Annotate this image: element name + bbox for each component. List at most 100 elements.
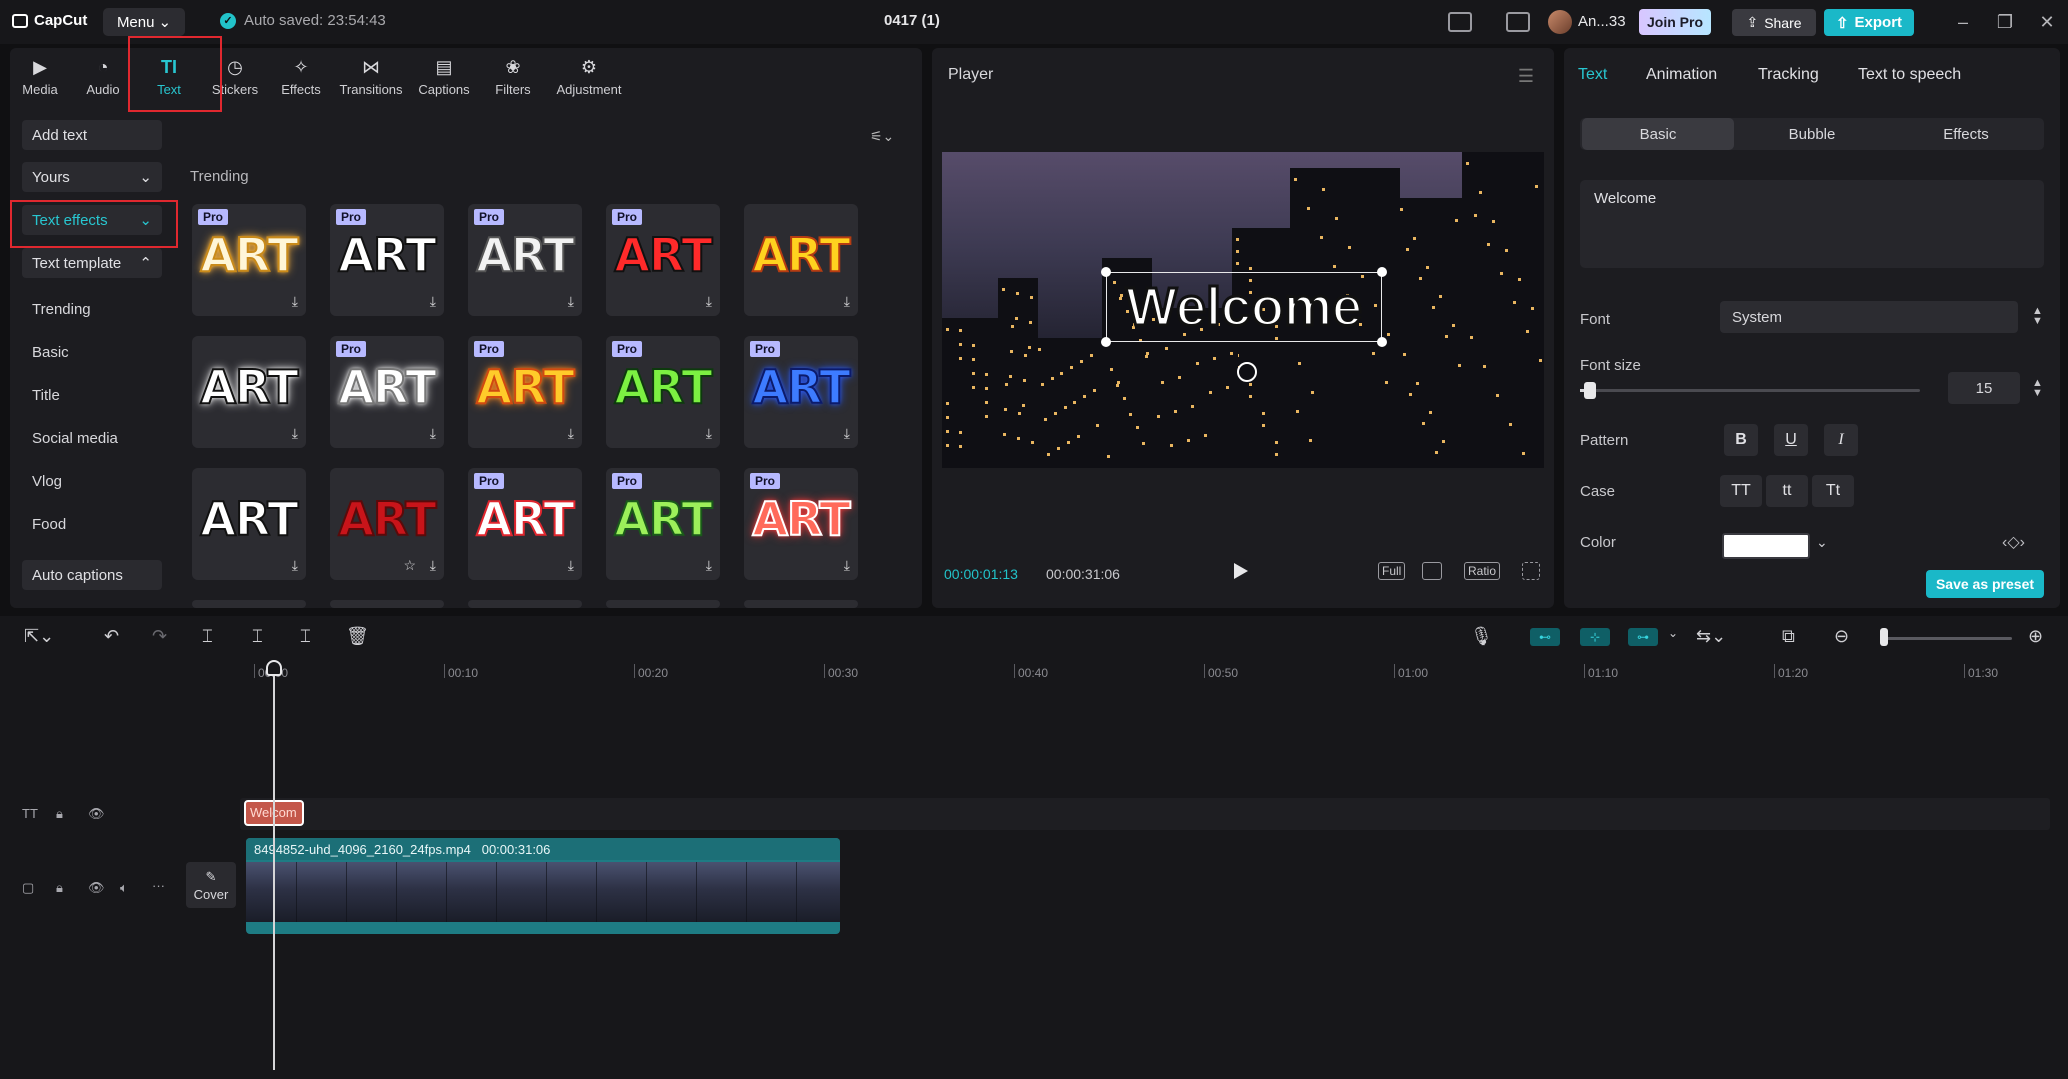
subtab-effects[interactable]: Effects	[1890, 118, 2042, 150]
font-stepper-icon[interactable]: ▲ ▼	[2032, 306, 2043, 327]
tab-captions[interactable]: ▤ Captions	[408, 48, 480, 106]
cover-button[interactable]: ✎ Cover	[186, 862, 236, 908]
play-icon[interactable]	[1234, 563, 1248, 579]
select-tool-icon[interactable]: ⇱⌄	[24, 626, 54, 647]
sidebar-item-social-media[interactable]: Social media	[32, 430, 118, 447]
text-overlay-box[interactable]: Welcome	[1106, 272, 1382, 342]
sidebar-item-vlog[interactable]: Vlog	[32, 473, 62, 490]
tab-effects[interactable]: ✧ Effects	[268, 48, 334, 106]
shortcuts-icon[interactable]	[1506, 12, 1530, 32]
download-icon[interactable]: ⤓	[430, 293, 436, 310]
zoom-in-icon[interactable]: ⊕	[2028, 626, 2043, 647]
video-preview[interactable]: Welcome	[942, 152, 1544, 468]
redo-icon[interactable]: ↷	[152, 626, 167, 647]
eye-icon[interactable]: 👁︎	[88, 880, 105, 896]
underline-button[interactable]: U	[1774, 424, 1808, 456]
filter-icon[interactable]: ⚟⌄	[870, 128, 894, 145]
keyframe-icon[interactable]: ‹◇›	[2002, 532, 2025, 552]
split-right-icon[interactable]: ⌶	[300, 626, 311, 647]
text-effect-card[interactable]: Pro ART ⤓	[744, 336, 858, 448]
undo-icon[interactable]: ↶	[104, 626, 119, 647]
text-effect-card[interactable]	[744, 600, 858, 608]
download-icon[interactable]: ⤓	[292, 425, 298, 442]
rotate-handle-icon[interactable]	[1237, 362, 1257, 382]
text-effect-card[interactable]: Pro ART ⤓	[330, 336, 444, 448]
subtab-basic[interactable]: Basic	[1582, 118, 1734, 150]
text-effect-card[interactable]: Pro ART ⤓	[468, 204, 582, 316]
project-title[interactable]: 0417 (1)	[884, 12, 940, 29]
text-effect-card[interactable]	[468, 600, 582, 608]
text-effect-card[interactable]: ART ⤓	[192, 468, 306, 580]
text-effect-card[interactable]	[606, 600, 720, 608]
tab-animation[interactable]: Animation	[1646, 66, 1717, 84]
resize-handle-tr[interactable]	[1377, 267, 1387, 277]
font-size-slider[interactable]	[1580, 382, 1920, 399]
menu-button[interactable]: Menu ⌄	[103, 8, 185, 36]
download-icon[interactable]: ⤓	[706, 557, 712, 574]
download-icon[interactable]: ⤓	[706, 293, 712, 310]
username[interactable]: An...33	[1578, 13, 1626, 30]
full-button[interactable]: Full	[1378, 562, 1406, 580]
download-icon[interactable]: ⤓	[568, 293, 574, 310]
speaker-icon[interactable]: 🔈︎	[120, 880, 128, 896]
zoom-out-icon[interactable]: ⊖	[1834, 626, 1849, 647]
zoom-fit-icon[interactable]	[1422, 562, 1442, 580]
text-effect-card[interactable]: Pro ART ⤓	[192, 204, 306, 316]
sidebar-item-basic[interactable]: Basic	[32, 344, 69, 361]
download-icon[interactable]: ⤓	[430, 557, 436, 574]
download-icon[interactable]: ⤓	[706, 425, 712, 442]
playhead-handle[interactable]	[266, 660, 282, 676]
font-size-stepper-icon[interactable]: ▲ ▼	[2032, 378, 2043, 399]
fullscreen-icon[interactable]	[1522, 562, 1540, 580]
auto-captions-button[interactable]: Auto captions	[22, 560, 162, 590]
chevron-down-icon[interactable]: ⌄	[1668, 626, 1678, 640]
tab-filters[interactable]: ❀ Filters	[480, 48, 546, 106]
bold-button[interactable]: B	[1724, 424, 1758, 456]
chevron-down-icon[interactable]: ⌄	[1816, 534, 1828, 551]
avatar[interactable]	[1548, 10, 1572, 34]
italic-button[interactable]: I	[1824, 424, 1858, 456]
tab-transitions[interactable]: ⋈ Transitions	[334, 48, 408, 106]
tab-adjustment[interactable]: ⚙ Adjustment	[546, 48, 632, 106]
share-button[interactable]: ⇪ Share	[1732, 9, 1816, 36]
download-icon[interactable]: ⤓	[568, 425, 574, 442]
preview-axis-icon[interactable]: ⊶	[1628, 628, 1658, 646]
fit-timeline-icon[interactable]: ⧉	[1782, 626, 1795, 647]
font-size-input[interactable]: 15	[1948, 372, 2020, 404]
minimize-icon[interactable]: –	[1950, 9, 1976, 35]
split-icon[interactable]: ⌶	[202, 626, 213, 647]
text-effect-card[interactable]: Pro ART ⤓	[468, 336, 582, 448]
sidebar-item-food[interactable]: Food	[32, 516, 66, 533]
tab-stickers[interactable]: ◷ Stickers	[202, 48, 268, 106]
download-icon[interactable]: ⤓	[292, 557, 298, 574]
timeline-zoom-slider[interactable]	[1882, 637, 2012, 640]
sidebar-item-title[interactable]: Title	[32, 387, 60, 404]
favorite-icon[interactable]: ☆	[403, 557, 416, 574]
restore-icon[interactable]: ❐	[1992, 9, 2018, 35]
align-icon[interactable]: ⇆⌄	[1696, 626, 1726, 647]
lock-icon[interactable]: 🔒︎	[56, 806, 63, 822]
add-text-button[interactable]: Add text	[22, 120, 162, 150]
microphone-icon[interactable]: 🎙	[1470, 626, 1493, 647]
download-icon[interactable]: ⤓	[292, 293, 298, 310]
text-effects-dropdown[interactable]: Text effects ⌄	[22, 205, 162, 235]
timeline-zoom-knob[interactable]	[1880, 628, 1888, 646]
text-effect-card[interactable]: Pro ART ⤓	[744, 468, 858, 580]
text-overlay[interactable]: Welcome	[1124, 276, 1363, 339]
text-effect-card[interactable]: Pro ART ⤓	[606, 204, 720, 316]
tab-text-to-speech[interactable]: Text to speech	[1858, 66, 1961, 84]
titlecase-button[interactable]: Tt	[1812, 475, 1854, 507]
text-effect-card[interactable]: Pro ART ⤓	[606, 468, 720, 580]
download-icon[interactable]: ⤓	[844, 293, 850, 310]
resize-handle-bl[interactable]	[1101, 337, 1111, 347]
text-template-dropdown[interactable]: Text template ⌃	[22, 248, 162, 278]
subtab-bubble[interactable]: Bubble	[1736, 118, 1888, 150]
video-clip[interactable]: 8494852-uhd_4096_2160_24fps.mp4 00:00:31…	[246, 838, 840, 934]
tab-audio[interactable]: ◔ Audio	[70, 48, 136, 106]
text-effect-card[interactable]: Pro ART ⤓	[330, 204, 444, 316]
color-swatch[interactable]	[1722, 533, 1810, 559]
text-effect-card[interactable]	[330, 600, 444, 608]
tab-tracking[interactable]: Tracking	[1758, 66, 1819, 84]
layout-icon[interactable]	[1448, 12, 1472, 32]
text-effect-card[interactable]: ART ⤓	[744, 204, 858, 316]
